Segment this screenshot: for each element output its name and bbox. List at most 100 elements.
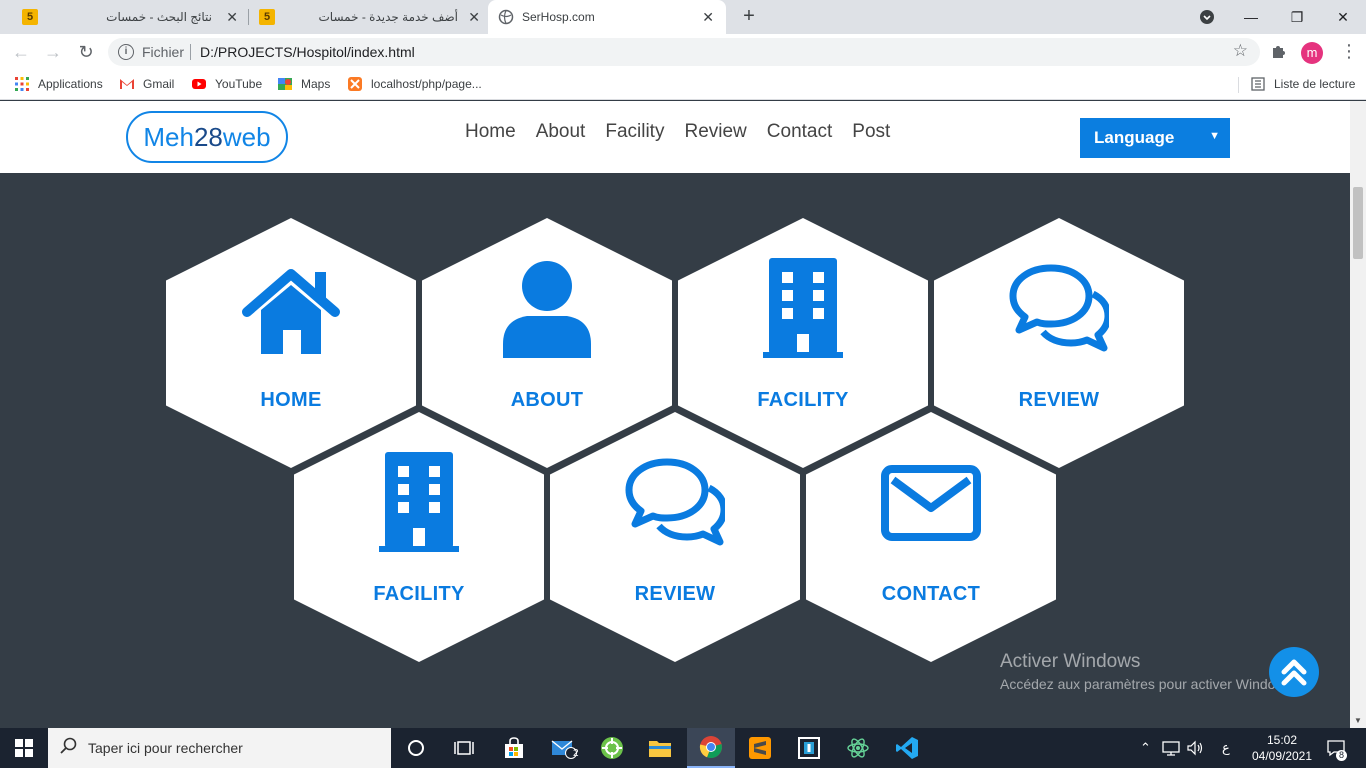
khamsat-favicon-icon: 5 [22, 9, 38, 25]
scroll-down-arrow-icon[interactable]: ▼ [1354, 716, 1362, 725]
bookmark-gmail[interactable]: Gmail [119, 76, 174, 92]
bookmark-applications[interactable]: Applications [14, 76, 103, 92]
bookmarks-bar: Applications Gmail YouTube Maps localhos… [0, 70, 1366, 100]
site-logo[interactable]: Meh 28 web [126, 111, 288, 163]
gmail-icon [120, 79, 134, 89]
extensions-puzzle-icon[interactable] [1270, 42, 1288, 60]
vscode-button[interactable] [883, 728, 931, 768]
nav-link-home[interactable]: Home [465, 121, 516, 143]
hex-label: ABOUT [510, 389, 584, 411]
app-box-button[interactable] [785, 728, 833, 768]
page-scrollbar[interactable]: ▼ [1350, 173, 1366, 728]
store-button[interactable] [490, 728, 538, 768]
taskbar-clock[interactable]: 15:02 04/09/2021 [1246, 732, 1318, 764]
maps-icon [278, 78, 292, 90]
reading-list-button[interactable]: Liste de lecture [1250, 76, 1355, 92]
show-hidden-icons-button[interactable]: ⌃ [1140, 728, 1151, 768]
start-button[interactable] [0, 728, 48, 768]
hex-about[interactable]: ABOUT [422, 218, 672, 468]
tab-title: أضف خدمة جديدة - خمسات [318, 10, 458, 24]
close-tab-icon[interactable]: ✕ [468, 9, 480, 26]
new-tab-button[interactable]: + [738, 5, 760, 27]
cortana-button[interactable] [392, 728, 440, 768]
bookmark-maps[interactable]: Maps [277, 76, 330, 92]
browser-menu-icon[interactable]: ⋮ [1340, 42, 1358, 60]
watermark-title: Activer Windows [1000, 651, 1141, 672]
maximize-button[interactable]: ❐ [1274, 0, 1320, 34]
nav-link-facility[interactable]: Facility [605, 121, 664, 143]
forward-button[interactable]: → [41, 40, 65, 64]
bookmark-localhost[interactable]: localhost/php/page... [347, 76, 482, 92]
bookmark-label: Gmail [143, 77, 175, 91]
network-status[interactable] [1162, 728, 1180, 768]
hex-contact[interactable]: CONTACT [806, 412, 1056, 662]
notification-center-button[interactable]: 8 [1326, 728, 1348, 768]
minimize-button[interactable]: — [1228, 0, 1274, 34]
input-language: ع [1222, 740, 1230, 755]
volume-status[interactable] [1186, 728, 1204, 768]
building-icon [379, 452, 459, 552]
greenshot-button[interactable] [588, 728, 636, 768]
chevron-down-icon: ▼ [1209, 130, 1220, 142]
chrome-taskbar-button[interactable] [687, 728, 735, 768]
comments-icon [625, 458, 725, 546]
greenshot-icon [601, 737, 623, 759]
hex-facility-2[interactable]: FACILITY [294, 412, 544, 662]
browser-tab-2[interactable]: 5 أضف خدمة جديدة - خمسات ✕ [250, 0, 486, 34]
speaker-icon [1187, 740, 1203, 756]
tab-search-button[interactable] [1184, 0, 1230, 34]
mail-badge-count: 2 [573, 748, 579, 759]
youtube-icon [192, 79, 206, 89]
hex-review[interactable]: REVIEW [934, 218, 1184, 468]
back-button[interactable]: ← [9, 40, 33, 64]
file-explorer-button[interactable] [636, 728, 684, 768]
reload-button[interactable]: ↻ [74, 40, 98, 64]
hex-home[interactable]: HOME [166, 218, 416, 468]
browser-toolbar: ← → ↻ i Fichier D:/PROJECTS/Hospitol/ind… [0, 34, 1366, 70]
bookmark-youtube[interactable]: YouTube [191, 76, 262, 92]
close-tab-icon[interactable]: ✕ [702, 9, 714, 26]
taskbar-search-box[interactable]: Taper ici pour rechercher [48, 728, 391, 768]
task-view-icon [454, 741, 474, 755]
folder-icon [649, 741, 671, 757]
reading-list-label: Liste de lecture [1274, 77, 1356, 91]
hex-menu: HOME ABOUT FACILITY REVIEW FACILITY REVI… [0, 173, 1350, 728]
mail-button[interactable]: 2 [540, 728, 588, 768]
site-nav: Home About Facility Review Contact Post [455, 121, 900, 143]
hex-label: REVIEW [634, 583, 716, 605]
app-frame-icon [798, 737, 820, 759]
address-bar[interactable]: i Fichier D:/PROJECTS/Hospitol/index.htm… [108, 38, 1260, 66]
sublime-text-icon [749, 737, 771, 759]
hex-facility[interactable]: FACILITY [678, 218, 928, 468]
scrollbar-thumb[interactable] [1353, 187, 1363, 259]
hex-review-2[interactable]: REVIEW [550, 412, 800, 662]
bookmark-star-icon[interactable]: ☆ [1233, 41, 1248, 61]
scroll-to-top-button[interactable] [1269, 647, 1319, 697]
browser-tab-1[interactable]: 5 نتائج البحث - خمسات ✕ [8, 0, 246, 34]
close-window-button[interactable]: ✕ [1320, 0, 1366, 34]
address-url[interactable]: D:/PROJECTS/Hospitol/index.html [200, 44, 415, 60]
chevron-up-icon: ⌃ [1140, 740, 1151, 755]
info-icon[interactable]: i [118, 44, 134, 60]
language-select[interactable]: Language ▼ [1080, 118, 1230, 158]
browser-tab-3-active[interactable]: SerHosp.com ✕ [488, 0, 726, 34]
comments-icon [1009, 264, 1109, 352]
nav-link-about[interactable]: About [536, 121, 586, 143]
hex-label: FACILITY [373, 583, 465, 605]
building-icon [763, 258, 843, 358]
network-icon [1162, 741, 1180, 756]
search-icon [60, 737, 77, 754]
profile-avatar[interactable]: m [1301, 42, 1323, 64]
nav-link-review[interactable]: Review [684, 121, 746, 143]
tab-title: نتائج البحث - خمسات [106, 10, 212, 24]
nav-link-contact[interactable]: Contact [767, 121, 832, 143]
atom-editor-button[interactable] [834, 728, 882, 768]
nav-link-post[interactable]: Post [852, 121, 890, 143]
sublime-text-button[interactable] [736, 728, 784, 768]
task-view-button[interactable] [440, 728, 488, 768]
clock-time: 15:02 [1266, 733, 1298, 747]
vscode-icon [896, 737, 918, 759]
input-language-indicator[interactable]: ع [1222, 728, 1230, 768]
close-tab-icon[interactable]: ✕ [226, 9, 238, 26]
home-icon [242, 269, 340, 354]
